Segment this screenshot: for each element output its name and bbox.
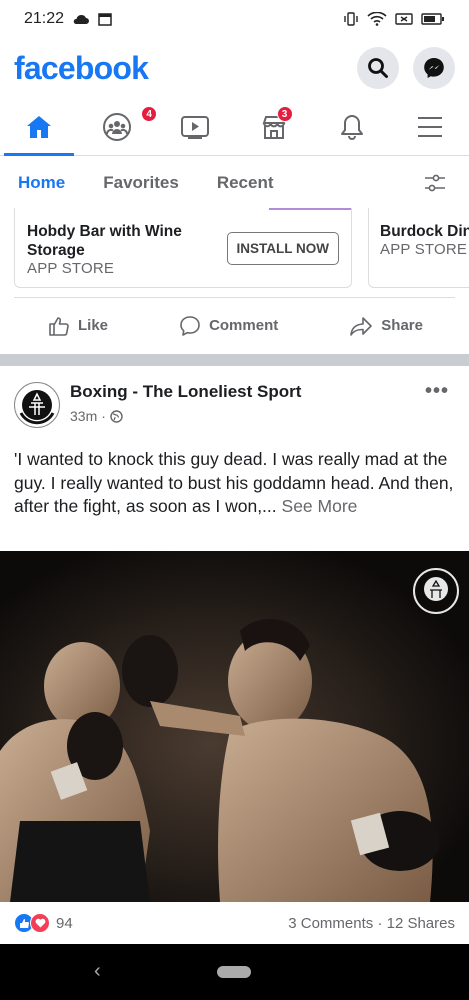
post-photo[interactable] xyxy=(0,551,469,902)
vibrate-icon xyxy=(344,12,358,26)
facebook-logo[interactable]: facebook xyxy=(14,50,149,87)
reactions-summary: 94 3 Comments · 12 Shares xyxy=(0,902,469,944)
ad-carousel: Hobdy Bar with Wine Storage APP STORE IN… xyxy=(0,208,469,292)
post-actions: Like Comment Share xyxy=(14,297,455,353)
ad-card-title: Burdock Dining xyxy=(380,223,469,240)
see-more-link[interactable]: See More xyxy=(282,496,358,516)
tab-home[interactable] xyxy=(0,98,78,156)
comment-button[interactable]: Comment xyxy=(179,315,278,337)
tab-watch[interactable] xyxy=(156,98,234,155)
more-options-icon[interactable]: ••• xyxy=(425,380,449,403)
home-pill[interactable] xyxy=(217,966,251,978)
meta-separator: · xyxy=(101,408,106,424)
groups-badge: 4 xyxy=(141,106,158,122)
comments-count[interactable]: 3 Comments xyxy=(288,915,373,932)
no-sim-icon xyxy=(395,13,413,25)
share-button[interactable]: Share xyxy=(349,315,423,337)
ad-card[interactable]: Hobdy Bar with Wine Storage APP STORE IN… xyxy=(14,208,352,288)
groups-icon xyxy=(103,112,132,141)
boxing-photo xyxy=(0,551,469,902)
comment-label: Comment xyxy=(209,317,279,334)
feed-filter-tabs: Home Favorites Recent xyxy=(0,158,469,208)
back-icon[interactable]: ‹ xyxy=(94,960,101,983)
tab-marketplace[interactable]: 3 xyxy=(235,98,313,155)
search-button[interactable] xyxy=(357,47,399,89)
reaction-icons[interactable]: 94 xyxy=(14,913,73,933)
love-reaction-icon xyxy=(30,913,50,933)
filter-settings-icon[interactable] xyxy=(423,173,447,193)
page-name[interactable]: Boxing - The Loneliest Sport xyxy=(70,382,301,402)
subtab-favorites[interactable]: Favorites xyxy=(103,173,179,193)
bell-icon xyxy=(340,114,363,140)
ad-card-source: APP STORE xyxy=(380,241,468,258)
post-meta: 33m · xyxy=(70,408,123,424)
shares-count[interactable]: 12 Shares xyxy=(387,915,455,932)
cloud-icon xyxy=(73,14,90,24)
install-now-button[interactable]: INSTALL NOW xyxy=(226,232,339,265)
reaction-count: 94 xyxy=(56,914,73,932)
home-icon xyxy=(27,115,52,138)
tab-groups[interactable]: 4 xyxy=(78,98,158,155)
marketplace-badge: 3 xyxy=(276,106,293,122)
ad-card-source: APP STORE xyxy=(27,260,115,277)
wifi-icon xyxy=(367,12,387,26)
messenger-button[interactable] xyxy=(413,47,455,89)
globe-icon xyxy=(110,409,123,423)
search-icon xyxy=(368,58,388,78)
calendar-icon xyxy=(98,13,112,26)
comment-icon xyxy=(180,315,200,336)
tab-menu[interactable] xyxy=(391,98,469,155)
share-label: Share xyxy=(381,317,423,334)
status-bar: 21:22 xyxy=(0,0,469,38)
app-header: facebook xyxy=(0,38,469,98)
card-accent xyxy=(269,208,351,210)
messenger-icon xyxy=(424,58,444,78)
watch-icon xyxy=(181,115,210,139)
feed-separator xyxy=(0,354,469,366)
system-nav-bar: ‹ xyxy=(0,944,469,1000)
menu-icon xyxy=(417,116,442,137)
post-header: Boxing - The Loneliest Sport 33m · ••• xyxy=(0,366,469,436)
tab-notifications[interactable] xyxy=(313,98,391,155)
post-body: 'I wanted to knock this guy dead. I was … xyxy=(14,449,454,516)
battery-icon xyxy=(421,13,444,25)
post-text: 'I wanted to knock this guy dead. I was … xyxy=(14,448,454,519)
thumbs-up-icon xyxy=(49,316,69,336)
stats-separator: · xyxy=(377,914,383,932)
post-time[interactable]: 33m xyxy=(70,408,97,424)
like-button[interactable]: Like xyxy=(48,315,108,337)
engagement-stats: 3 Comments · 12 Shares xyxy=(288,915,455,932)
page-avatar[interactable] xyxy=(14,382,60,428)
subtab-recent[interactable]: Recent xyxy=(217,173,274,193)
ad-card-title: Hobdy Bar with Wine Storage xyxy=(27,223,182,259)
loneliest-sport-logo-icon xyxy=(16,384,58,426)
subtab-home[interactable]: Home xyxy=(18,173,65,193)
like-label: Like xyxy=(78,317,109,334)
share-icon xyxy=(350,316,373,336)
main-nav: 4 3 xyxy=(0,98,469,156)
ad-card[interactable]: Burdock Dining APP STORE xyxy=(368,208,469,288)
status-time: 21:22 xyxy=(24,10,65,27)
